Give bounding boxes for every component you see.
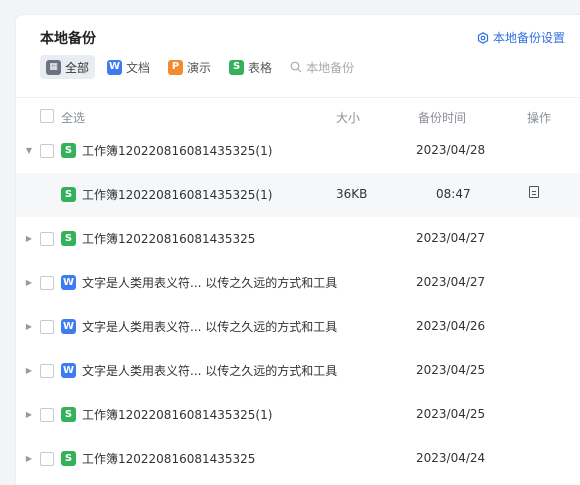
spreadsheet-icon: S bbox=[61, 451, 76, 466]
search-icon bbox=[290, 61, 302, 73]
caret-right-icon[interactable]: ▶ bbox=[24, 363, 34, 377]
backup-file-row[interactable]: ▼ S 工作簿120220816081435325(1) 2023/04/28 bbox=[16, 129, 580, 173]
select-all-checkbox[interactable] bbox=[40, 109, 54, 123]
row-checkbox[interactable] bbox=[40, 144, 54, 158]
filter-w[interactable]: W 文档 bbox=[101, 55, 156, 79]
backup-file-row[interactable]: ▶ S 工作簿120220816081435325 2023/04/27 bbox=[16, 217, 580, 261]
caret-right-icon[interactable]: ▶ bbox=[24, 275, 34, 289]
word-icon: W bbox=[107, 59, 123, 75]
file-name: S 工作簿120220816081435325 bbox=[61, 450, 255, 467]
file-name-text: 工作簿120220816081435325 bbox=[82, 452, 256, 466]
word-icon: W bbox=[61, 363, 76, 378]
file-name: S 工作簿120220816081435325 bbox=[61, 230, 255, 247]
filter-label: 表格 bbox=[248, 60, 273, 75]
spreadsheet-icon: S bbox=[229, 59, 245, 75]
word-icon: W bbox=[61, 275, 76, 290]
backup-settings-link[interactable]: 本地备份设置 bbox=[477, 29, 565, 46]
size-column-header: 大小 bbox=[336, 111, 361, 125]
action-column-header: 操作 bbox=[527, 111, 552, 125]
row-checkbox[interactable] bbox=[40, 408, 54, 422]
backup-time: 08:47 bbox=[436, 187, 471, 201]
document-icon bbox=[529, 186, 539, 198]
backup-file-row[interactable]: ▶ S 工作簿120220816081435325 2023/04/24 bbox=[16, 437, 580, 481]
grid-icon: ▦ bbox=[46, 59, 61, 75]
filter-label: 演示 bbox=[187, 60, 212, 75]
backup-version-row[interactable]: S 工作簿120220816081435325(1) 36KB 08:47 bbox=[16, 173, 580, 217]
file-name: S 工作簿120220816081435325(1) bbox=[61, 186, 272, 203]
backup-time: 2023/04/28 bbox=[416, 143, 486, 157]
file-name: S 工作簿120220816081435325(1) bbox=[61, 142, 272, 159]
file-name-text: 文字是人类用表义符... 以传之久远的方式和工具 bbox=[82, 364, 338, 378]
backup-time: 2023/04/25 bbox=[416, 363, 486, 377]
spreadsheet-icon: S bbox=[61, 407, 76, 422]
caret-down-icon[interactable]: ▼ bbox=[24, 143, 34, 157]
backup-panel: 本地备份 本地备份设置 ▦ 全部 W 文档 P 演示 S 表格 本地备份 全选 大小 备份时间 … bbox=[15, 14, 580, 485]
backup-time: 2023/04/27 bbox=[416, 231, 486, 245]
spreadsheet-icon: S bbox=[61, 231, 76, 246]
filter-s[interactable]: S 表格 bbox=[223, 55, 278, 79]
caret-right-icon[interactable]: ▶ bbox=[24, 451, 34, 465]
row-checkbox[interactable] bbox=[40, 232, 54, 246]
open-file-button[interactable] bbox=[529, 186, 540, 199]
backup-time: 2023/04/24 bbox=[416, 451, 486, 465]
caret-right-icon[interactable]: ▶ bbox=[24, 407, 34, 421]
file-name-text: 文字是人类用表义符... 以传之久远的方式和工具 bbox=[82, 320, 338, 334]
filter-all[interactable]: ▦ 全部 bbox=[40, 55, 96, 79]
file-name-text: 工作簿120220816081435325(1) bbox=[82, 408, 273, 422]
row-checkbox[interactable] bbox=[40, 364, 54, 378]
filter-label: 文档 bbox=[126, 60, 151, 75]
gear-icon bbox=[477, 31, 489, 44]
backup-list: ▼ S 工作簿120220816081435325(1) 2023/04/28 S 工作簿… bbox=[16, 129, 580, 481]
backup-time: 2023/04/26 bbox=[416, 319, 486, 333]
backup-file-row[interactable]: ▶ S 工作簿120220816081435325(1) 2023/04/25 bbox=[16, 393, 580, 437]
file-name: W 文字是人类用表义符... 以传之久远的方式和工具 bbox=[61, 362, 337, 379]
spreadsheet-icon: S bbox=[61, 187, 76, 202]
file-name-text: 工作簿120220816081435325(1) bbox=[82, 188, 273, 202]
spreadsheet-icon: S bbox=[61, 143, 76, 158]
page-title: 本地备份 bbox=[40, 31, 96, 47]
caret-right-icon[interactable]: ▶ bbox=[24, 319, 34, 333]
backup-settings-label: 本地备份设置 bbox=[492, 31, 565, 45]
file-size: 36KB bbox=[336, 187, 368, 201]
row-checkbox[interactable] bbox=[40, 452, 54, 466]
backup-file-row[interactable]: ▶ W 文字是人类用表义符... 以传之久远的方式和工具 2023/04/25 bbox=[16, 349, 580, 393]
presentation-icon: P bbox=[168, 59, 184, 75]
table-header: 全选 大小 备份时间 操作 bbox=[16, 103, 580, 129]
time-column-header: 备份时间 bbox=[418, 111, 467, 125]
file-name-text: 工作簿120220816081435325 bbox=[82, 232, 256, 246]
backup-time: 2023/04/27 bbox=[416, 275, 486, 289]
row-checkbox[interactable] bbox=[40, 320, 54, 334]
backup-file-row[interactable]: ▶ W 文字是人类用表义符... 以传之久远的方式和工具 2023/04/26 bbox=[16, 305, 580, 349]
row-checkbox[interactable] bbox=[40, 276, 54, 290]
backup-time: 2023/04/25 bbox=[416, 407, 486, 421]
caret-right-icon[interactable]: ▶ bbox=[24, 231, 34, 245]
search-placeholder: 本地备份 bbox=[306, 60, 355, 75]
filter-label: 全部 bbox=[65, 60, 90, 75]
word-icon: W bbox=[61, 319, 76, 334]
file-name: S 工作簿120220816081435325(1) bbox=[61, 406, 272, 423]
filter-p[interactable]: P 演示 bbox=[162, 55, 217, 79]
file-name: W 文字是人类用表义符... 以传之久远的方式和工具 bbox=[61, 318, 337, 335]
divider bbox=[16, 97, 580, 98]
file-name-text: 文字是人类用表义符... 以传之久远的方式和工具 bbox=[82, 276, 338, 290]
file-name-text: 工作簿120220816081435325(1) bbox=[82, 144, 273, 158]
select-all-label: 全选 bbox=[61, 111, 86, 125]
backup-file-row[interactable]: ▶ W 文字是人类用表义符... 以传之久远的方式和工具 2023/04/27 bbox=[16, 261, 580, 305]
search-input[interactable]: 本地备份 bbox=[284, 59, 354, 76]
filter-bar: ▦ 全部 W 文档 P 演示 S 表格 本地备份 bbox=[40, 55, 354, 79]
file-name: W 文字是人类用表义符... 以传之久远的方式和工具 bbox=[61, 274, 337, 291]
